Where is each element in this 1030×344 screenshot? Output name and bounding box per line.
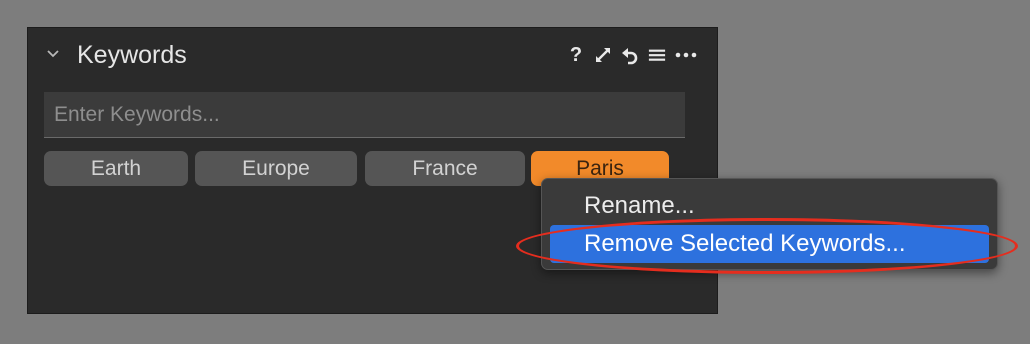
expand-icon[interactable] — [594, 45, 612, 65]
help-icon[interactable]: ? — [567, 45, 585, 65]
keywords-panel: Keywords ? Enter Keywords... Earth Europ… — [27, 27, 718, 314]
context-menu: Rename... Remove Selected Keywords... — [541, 178, 998, 270]
menu-item-rename[interactable]: Rename... — [550, 187, 989, 225]
keyword-tag-earth[interactable]: Earth — [44, 151, 188, 186]
menu-item-remove-selected-keywords[interactable]: Remove Selected Keywords... — [550, 225, 989, 263]
chevron-down-icon[interactable] — [46, 46, 60, 60]
keyword-input[interactable] — [44, 92, 685, 138]
panel-title: Keywords — [77, 41, 187, 69]
keyword-tag-france[interactable]: France — [365, 151, 525, 186]
more-icon[interactable] — [675, 45, 697, 65]
header-toolbar: ? — [567, 43, 697, 67]
keyword-tag-europe[interactable]: Europe — [195, 151, 357, 186]
reset-icon[interactable] — [621, 45, 639, 65]
panel-header: Keywords ? — [28, 28, 717, 84]
menu-icon[interactable] — [648, 45, 666, 65]
